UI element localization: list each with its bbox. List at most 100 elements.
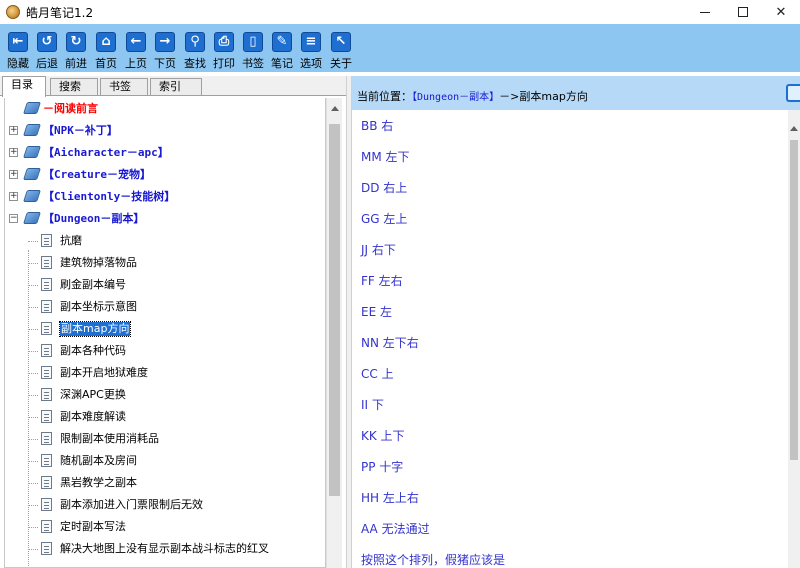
document-icon: [41, 388, 52, 401]
toolbar-button-print[interactable]: ⎙ 打印: [212, 28, 236, 70]
tree-item-label[interactable]: 副本开启地狱难度: [60, 366, 148, 380]
content-line: EE 左: [361, 305, 392, 319]
tree-item-label-selected[interactable]: 副本map方向: [58, 321, 132, 337]
toolbar-button-label: 下页: [154, 57, 176, 70]
forward-icon: ↻: [66, 32, 86, 52]
location-separator: －>: [499, 90, 520, 103]
toolbar-button-note[interactable]: ✎ 笔记: [270, 28, 294, 70]
tree-child-item[interactable]: 随机副本及房间: [5, 450, 325, 472]
toolbar-button-next-page[interactable]: → 下页: [153, 28, 177, 70]
tab-bookmarks[interactable]: 书签: [100, 78, 148, 95]
book-icon: [23, 124, 41, 136]
tree-item[interactable]: + 【Aicharacter－apc】: [5, 142, 325, 164]
book-icon: [23, 146, 41, 158]
tree-item[interactable]: + 【Clientonly－技能树】: [5, 186, 325, 208]
toolbar-button-forward[interactable]: ↻ 前进: [64, 28, 88, 70]
toolbar-button-options[interactable]: ≡ 选项: [299, 28, 323, 70]
toolbar-button-back[interactable]: ↺ 后退: [35, 28, 59, 70]
tab-contents[interactable]: 目录: [2, 76, 46, 97]
location-path-link[interactable]: 【Dungeon－副本】: [412, 92, 499, 103]
expand-icon[interactable]: +: [9, 126, 18, 135]
tree-item-label[interactable]: 副本难度解读: [60, 410, 126, 424]
content-scroll-up-icon[interactable]: [790, 126, 798, 131]
toolbar-button-label: 打印: [213, 57, 235, 70]
tree-child-item[interactable]: 副本开启地狱难度: [5, 362, 325, 384]
tree-item-label[interactable]: 刷金副本编号: [60, 278, 126, 292]
tab-search[interactable]: 搜索: [50, 78, 98, 95]
tree-child-item[interactable]: 副本添加进入门票限制后无效: [5, 494, 325, 516]
tree-child-item[interactable]: 副本各种代码: [5, 340, 325, 362]
home-icon: ⌂: [96, 32, 116, 52]
collapse-icon[interactable]: −: [9, 214, 18, 223]
panel-toggle-button[interactable]: [786, 84, 800, 102]
toolbar-button-about[interactable]: ↖ 关于: [329, 28, 353, 70]
tree-child-item[interactable]: 深渊APC更换: [5, 384, 325, 406]
tree-item[interactable]: －阅读前言: [5, 98, 325, 120]
tree-item[interactable]: + 【Creature－宠物】: [5, 164, 325, 186]
tree-item-label[interactable]: 【Aicharacter－apc】: [43, 146, 169, 160]
toolbar-button-previous-page[interactable]: ← 上页: [124, 28, 148, 70]
tree-item-label[interactable]: 定时副本写法: [60, 520, 126, 534]
tree-item-label[interactable]: －阅读前言: [43, 102, 98, 116]
toolbar-button-hide-panel[interactable]: ⇤ 隐藏: [6, 28, 30, 70]
expand-icon[interactable]: +: [9, 148, 18, 157]
content-line: 按照这个排列，假猪应该是: [361, 553, 506, 567]
document-icon: [41, 322, 52, 335]
toolbar-button-search[interactable]: ⚲ 查找: [183, 28, 207, 70]
document-icon: [41, 278, 52, 291]
tree-child-item[interactable]: 副本难度解读: [5, 406, 325, 428]
expand-icon[interactable]: +: [9, 192, 18, 201]
location-current: 副本map方向: [519, 90, 588, 103]
tab-index[interactable]: 索引: [150, 78, 202, 95]
document-icon: [41, 520, 52, 533]
content-line: HH 左上右: [361, 491, 419, 505]
content-scrollbar[interactable]: [788, 110, 800, 568]
maximize-button[interactable]: [724, 0, 762, 24]
app-logo-icon: [6, 5, 20, 19]
tree-item-label[interactable]: 副本添加进入门票限制后无效: [60, 498, 203, 512]
tree-connector: [28, 461, 38, 462]
tree-item-label[interactable]: 【Clientonly－技能树】: [43, 190, 175, 204]
tree-item-label[interactable]: 黑岩教学之副本: [60, 476, 137, 490]
tree-item[interactable]: + 【NPK－补丁】: [5, 120, 325, 142]
tree-item-label[interactable]: 【Dungeon－副本】: [43, 212, 144, 226]
content-line: NN 左下右: [361, 336, 419, 350]
tree-connector: [28, 285, 38, 286]
tree-connector: [28, 351, 38, 352]
tree-child-item[interactable]: 定时副本写法: [5, 516, 325, 538]
tree-child-item[interactable]: 建筑物掉落物品: [5, 252, 325, 274]
tree-child-item[interactable]: 刷金副本编号: [5, 274, 325, 296]
tree-item-label[interactable]: 抗磨: [60, 234, 82, 248]
expand-icon[interactable]: +: [9, 170, 18, 179]
content-line: KK 上下: [361, 429, 405, 443]
tree-scrollbar[interactable]: [326, 98, 342, 568]
tree-item-label[interactable]: 【Creature－宠物】: [43, 168, 151, 182]
tree-item-label[interactable]: 建筑物掉落物品: [60, 256, 137, 270]
tree-item[interactable]: − 【Dungeon－副本】: [5, 208, 325, 230]
minimize-button[interactable]: [686, 0, 724, 24]
toolbar-button-home[interactable]: ⌂ 首页: [94, 28, 118, 70]
tree-item-label[interactable]: 副本坐标示意图: [60, 300, 137, 314]
tree-item-label[interactable]: 【NPK－补丁】: [43, 124, 118, 138]
tree-item-label[interactable]: 随机副本及房间: [60, 454, 137, 468]
tree-scroll-thumb[interactable]: [329, 124, 340, 496]
document-icon: [41, 300, 52, 313]
tree-item-label[interactable]: 副本各种代码: [60, 344, 126, 358]
tree-child-item[interactable]: 限制副本使用消耗品: [5, 428, 325, 450]
document-icon: [41, 476, 52, 489]
scroll-up-icon[interactable]: [331, 106, 339, 111]
tree-child-item[interactable]: 抗磨: [5, 230, 325, 252]
content-scroll-thumb[interactable]: [790, 140, 798, 460]
toolbar-button-label: 查找: [184, 57, 206, 70]
tree-child-item[interactable]: 副本map方向: [5, 318, 325, 340]
tree-item-label[interactable]: 解决大地图上没有显示副本战斗标志的红叉: [60, 542, 269, 556]
tree-child-item[interactable]: 解决大地图上没有显示副本战斗标志的红叉: [5, 538, 325, 560]
toolbar-button-label: 关于: [330, 57, 352, 70]
toolbar-button-bookmark[interactable]: ▯ 书签: [241, 28, 265, 70]
tree-item-label[interactable]: 限制副本使用消耗品: [60, 432, 159, 446]
close-button[interactable]: ✕: [762, 0, 800, 24]
tree-child-item[interactable]: 黑岩教学之副本: [5, 472, 325, 494]
tree-item-label[interactable]: 深渊APC更换: [60, 388, 126, 402]
book-icon: [23, 190, 41, 202]
tree-child-item[interactable]: 副本坐标示意图: [5, 296, 325, 318]
